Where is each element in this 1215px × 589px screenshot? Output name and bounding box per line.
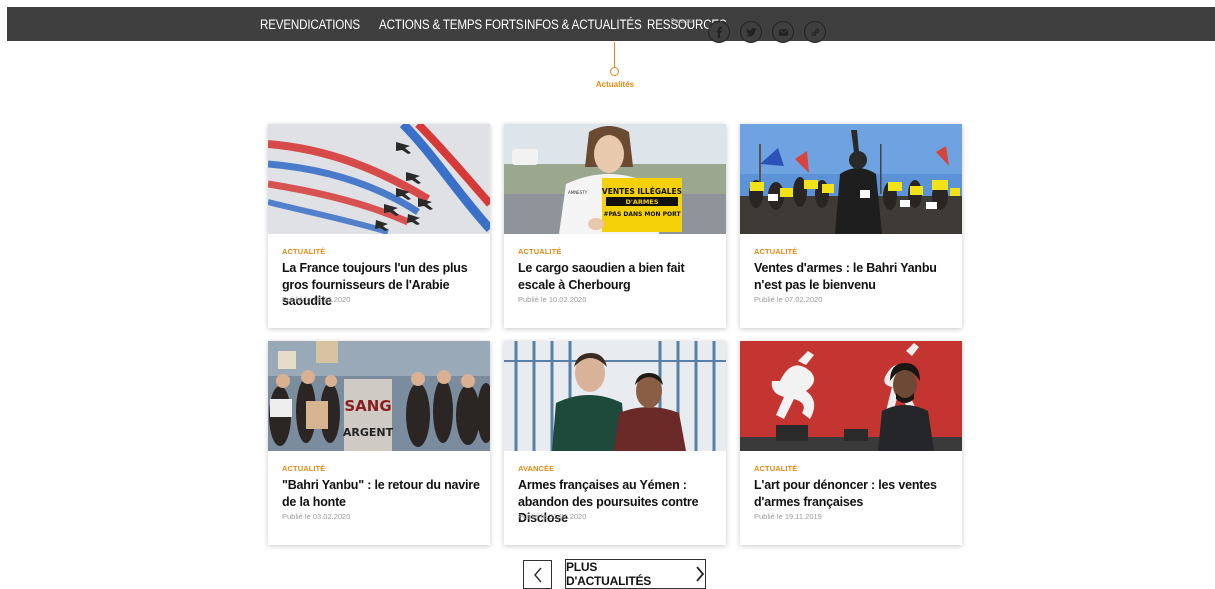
section-title: Actualités: [595, 80, 635, 89]
card-title[interactable]: Le cargo saoudien a bien fait escale à C…: [518, 260, 718, 293]
card-date: Publié le 07.02.2020: [754, 295, 823, 304]
sign-text-line-3: #PAS DANS MON PORT: [603, 211, 681, 218]
nav-item-revendications[interactable]: REVENDICATIONS: [260, 17, 360, 32]
card-image-protest-crowd: [740, 124, 962, 234]
twitter-icon: [745, 27, 757, 36]
chevron-right-icon: [696, 566, 705, 582]
email-icon: [778, 28, 788, 36]
more-news-label: PLUS D'ACTUALITÉS: [566, 560, 652, 588]
news-card[interactable]: SANG ARGENT ACTUALITÉ "Bahri Yanbu" : le…: [268, 341, 490, 545]
chevron-left-icon: [533, 567, 542, 582]
sign-text-argent: ARGENT: [343, 426, 394, 439]
email-share-button[interactable]: [772, 21, 794, 43]
news-card[interactable]: ACTUALITÉ Ventes d'armes : le Bahri Yanb…: [740, 124, 962, 328]
news-card[interactable]: AMNESTY VENTES ILLÉGALES D'ARMES #PAS DA…: [504, 124, 726, 328]
card-date: Publié le 10.02.2020: [518, 295, 587, 304]
card-category: ACTUALITÉ: [282, 247, 326, 256]
card-category: ACTUALITÉ: [282, 464, 326, 473]
nav-item-actions-temps-forts[interactable]: ACTIONS & TEMPS FORTS: [379, 17, 524, 32]
sign-text-line-1: VENTES ILLÉGALES: [602, 187, 682, 196]
nav-item-infos-actualites[interactable]: INFOS & ACTUALITÉS: [524, 17, 642, 32]
card-date: Publié le 03.02.2020: [282, 512, 351, 521]
card-image-protester-sign: AMNESTY VENTES ILLÉGALES D'ARMES #PAS DA…: [504, 124, 726, 234]
link-icon: [811, 28, 819, 36]
facebook-share-button[interactable]: [708, 21, 730, 43]
card-image-demonstration: SANG ARGENT: [268, 341, 490, 451]
social-share-buttons: [708, 21, 826, 43]
section-marker-line: [614, 42, 615, 67]
sign-text-line-2: D'ARMES: [625, 198, 658, 206]
card-date: Publié le 19.11.2019: [754, 512, 822, 521]
card-title[interactable]: L'art pour dénoncer : les ventes d'armes…: [754, 477, 954, 510]
more-news-button[interactable]: PLUS D'ACTUALITÉS: [565, 559, 706, 589]
twitter-share-button[interactable]: [740, 21, 762, 43]
card-image-air-show: [268, 124, 490, 234]
sign-text-sang: SANG: [344, 397, 391, 415]
news-card[interactable]: AVANCÉE Armes françaises au Yémen : aban…: [504, 341, 726, 545]
news-card[interactable]: ACTUALITÉ La France toujours l'un des pl…: [268, 124, 490, 328]
svg-text:AMNESTY: AMNESTY: [568, 190, 588, 195]
card-category: ACTUALITÉ: [754, 464, 798, 473]
news-card[interactable]: ACTUALITÉ L'art pour dénoncer : les vent…: [740, 341, 962, 545]
card-title[interactable]: Ventes d'armes : le Bahri Yanbu n'est pa…: [754, 260, 954, 293]
card-category: ACTUALITÉ: [518, 247, 562, 256]
top-navigation-bar: REVENDICATIONS ACTIONS & TEMPS FORTS INF…: [7, 7, 1215, 41]
section-marker-dot: [610, 67, 619, 76]
card-date: Publié le 31.01.2020: [518, 512, 587, 521]
previous-page-button[interactable]: [523, 560, 552, 589]
card-title[interactable]: "Bahri Yanbu" : le retour du navire de l…: [282, 477, 482, 510]
main-nav: REVENDICATIONS ACTIONS & TEMPS FORTS INF…: [260, 7, 727, 41]
card-date: Publié le 12.03.2020: [282, 295, 351, 304]
card-image-two-journalists: [504, 341, 726, 451]
card-category: ACTUALITÉ: [754, 247, 798, 256]
facebook-icon: [716, 26, 722, 38]
link-share-button[interactable]: [804, 21, 826, 43]
card-category: AVANCÉE: [518, 464, 555, 473]
card-image-street-art: [740, 341, 962, 451]
share-label: Partager: [671, 19, 695, 25]
